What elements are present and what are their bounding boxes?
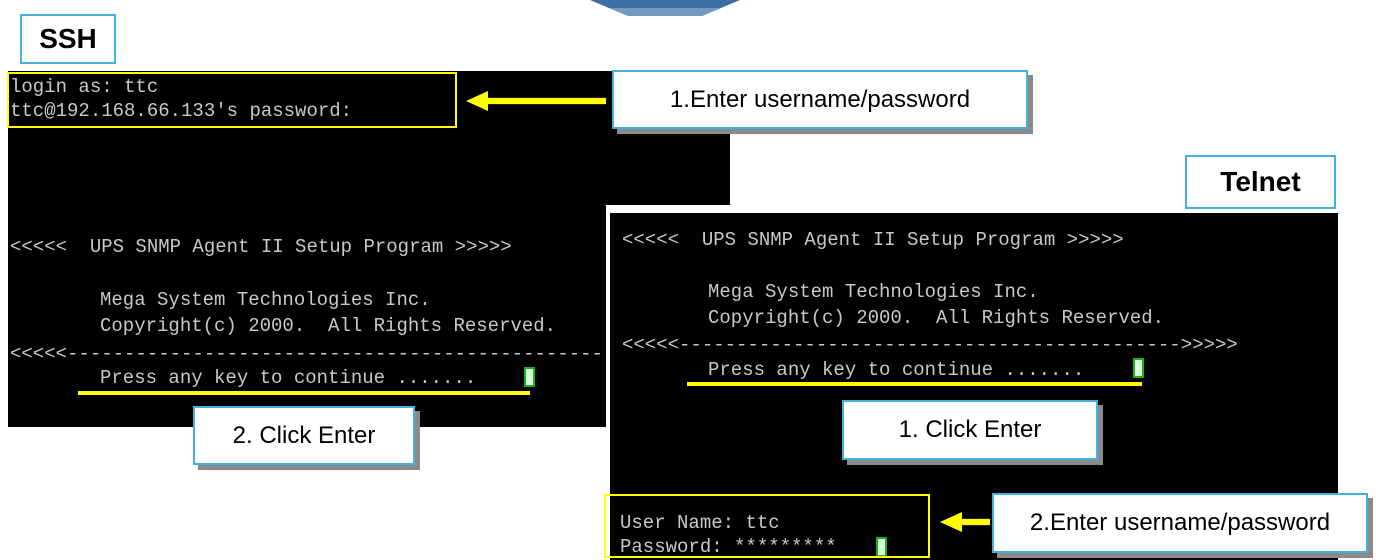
ssh-credentials-highlight: [7, 72, 457, 128]
ssh-step1-arrow-shaft: [488, 97, 606, 105]
telnet-credentials-highlight: [604, 494, 930, 558]
telnet-banner: <<<<< UPS SNMP Agent II Setup Program >>…: [622, 229, 1124, 251]
ssh-press-key-underline: [78, 391, 530, 395]
ssh-step1-arrow-icon: [466, 91, 488, 111]
ssh-cursor: [524, 367, 535, 387]
decorative-top-shape: [590, 0, 740, 16]
ssh-press-key: Press any key to continue .......: [100, 367, 477, 389]
telnet-company: Mega System Technologies Inc.: [708, 281, 1039, 303]
telnet-step2-label: 2.Enter username/password: [992, 493, 1368, 553]
telnet-press-key: Press any key to continue .......: [708, 359, 1085, 381]
ssh-step2-label: 2. Click Enter: [193, 406, 415, 465]
telnet-title: Telnet: [1185, 155, 1336, 209]
telnet-step2-arrow-icon: [940, 512, 962, 532]
telnet-copyright: Copyright(c) 2000. All Rights Reserved.: [708, 307, 1165, 329]
telnet-press-key-underline: [687, 382, 1142, 386]
ssh-company: Mega System Technologies Inc.: [100, 289, 431, 311]
ssh-copyright: Copyright(c) 2000. All Rights Reserved.: [100, 315, 557, 337]
telnet-divider: <<<<<-----------------------------------…: [622, 334, 1238, 356]
telnet-step2-arrow-shaft: [962, 518, 990, 526]
ssh-step1-label: 1.Enter username/password: [612, 70, 1028, 129]
telnet-step1-label: 1. Click Enter: [842, 400, 1098, 460]
ssh-divider: <<<<<-----------------------------------…: [10, 343, 606, 365]
ssh-title: SSH: [20, 14, 116, 64]
ssh-banner: <<<<< UPS SNMP Agent II Setup Program >>…: [10, 236, 512, 258]
telnet-cursor: [1133, 358, 1144, 378]
